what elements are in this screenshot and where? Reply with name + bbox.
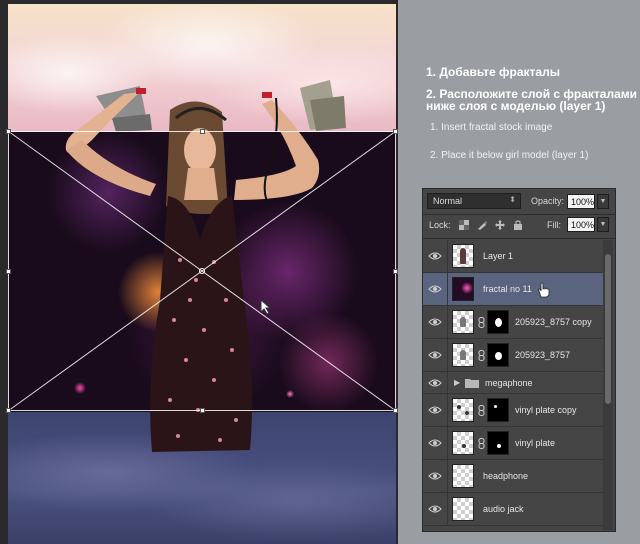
blend-mode-select[interactable]: Normal ⬍ (427, 193, 521, 209)
layer-row-205923-8757-copy[interactable]: 205923_8757 copy (423, 306, 603, 339)
eye-icon[interactable] (428, 350, 442, 360)
tutorial-instructions: 1. Добавьте фракталы 2. Расположите слой… (398, 0, 640, 200)
instruction-ru-step1: 1. Добавьте фракталы (426, 65, 560, 79)
expand-triangle-icon[interactable]: ▶ (454, 378, 460, 387)
blend-mode-value: Normal (433, 196, 463, 206)
chevron-down-icon: ⬍ (509, 195, 516, 204)
transform-handle-right[interactable] (393, 269, 398, 274)
eye-icon[interactable] (428, 504, 442, 514)
layer-name: 205923_8757 (515, 350, 571, 360)
layer-thumbnail (452, 431, 474, 455)
layers-scrollbar[interactable] (603, 240, 613, 530)
instruction-en-step2: 2. Place it below girl model (layer 1) (430, 150, 589, 161)
layer-name: megaphone (485, 378, 533, 388)
fill-label: Fill: (547, 220, 561, 230)
chain-link-icon[interactable] (478, 350, 485, 361)
chain-link-icon[interactable] (478, 317, 485, 328)
fill-input[interactable]: 100% (567, 217, 595, 232)
layer-row-audio-jack[interactable]: audio jack (423, 493, 603, 526)
layer-name: 205923_8757 copy (515, 317, 592, 327)
eye-icon[interactable] (428, 378, 442, 388)
layer-row-fractal-no-11[interactable]: fractal no 11 (423, 273, 603, 306)
lock-position-move-icon[interactable] (495, 220, 505, 230)
lock-image-brush-icon[interactable] (477, 220, 487, 230)
layer-thumbnail (452, 343, 474, 367)
layer-mask-thumbnail[interactable] (487, 398, 509, 422)
eye-icon[interactable] (428, 251, 442, 261)
layer-name: vinyl plate (515, 438, 556, 448)
layer-name: fractal no 11 (483, 284, 532, 294)
eye-icon[interactable] (428, 438, 442, 448)
opacity-dropdown-icon[interactable]: ▼ (597, 194, 609, 209)
megaphone-right (300, 80, 346, 131)
opacity-label: Opacity: (531, 196, 565, 206)
eye-icon[interactable] (428, 405, 442, 415)
layer-name: vinyl plate copy (515, 405, 577, 415)
lock-row: Lock: Fill: 100% ▼ (427, 217, 611, 235)
fill-dropdown-icon[interactable]: ▼ (597, 217, 609, 232)
layer-row-headphone[interactable]: headphone (423, 460, 603, 493)
lock-label: Lock: (429, 220, 451, 230)
opacity-input[interactable]: 100% (567, 194, 595, 209)
folder-icon (465, 379, 479, 388)
transform-handle-left[interactable] (6, 269, 11, 274)
layer-name: headphone (483, 471, 529, 481)
layer-thumbnail (452, 398, 474, 422)
layer-row-vinyl-plate[interactable]: vinyl plate (423, 427, 603, 460)
layer-mask-thumbnail[interactable] (487, 431, 509, 455)
transform-handle-top-left[interactable] (6, 129, 11, 134)
chain-link-icon[interactable] (478, 438, 485, 449)
document-canvas[interactable] (0, 0, 398, 544)
layer-name: Layer 1 (483, 251, 514, 261)
layers-panel[interactable]: Normal ⬍ Opacity: 100% ▼ Lock: Fill: 100… (422, 188, 616, 532)
layer-thumbnail (452, 497, 474, 521)
blend-row: Normal ⬍ Opacity: 100% ▼ (427, 193, 611, 211)
layers-list: Layer 1 fractal no 11 205923_8757 copy 2… (423, 240, 603, 532)
lock-all-icon[interactable] (513, 220, 523, 230)
eye-icon[interactable] (428, 317, 442, 327)
layer-row-layer-1[interactable]: Layer 1 (423, 240, 603, 273)
free-transform-box[interactable] (6, 129, 398, 413)
transform-handle-bottom[interactable] (200, 408, 205, 413)
eye-icon[interactable] (428, 284, 442, 294)
transform-handle-bottom-right[interactable] (393, 408, 398, 413)
transform-pivot[interactable] (199, 268, 205, 274)
layer-row-205923-8757[interactable]: 205923_8757 (423, 339, 603, 372)
transform-handle-top[interactable] (200, 129, 205, 134)
instruction-en-step1: 1. Insert fractal stock image (430, 122, 553, 133)
layer-thumbnail (452, 310, 474, 334)
layer-thumbnail (452, 464, 474, 488)
layer-mask-thumbnail[interactable] (487, 343, 509, 367)
layer-group-megaphone[interactable]: ▶ megaphone (423, 372, 603, 394)
layer-name: audio jack (483, 504, 524, 514)
layer-row-vinyl-plate-copy[interactable]: vinyl plate copy (423, 394, 603, 427)
lock-transparent-icon[interactable] (459, 220, 469, 230)
instruction-ru-step2-line2: ниже слоя с моделью (layer 1) (426, 99, 606, 113)
chain-link-icon[interactable] (478, 405, 485, 416)
scrollbar-thumb[interactable] (605, 254, 611, 404)
layer-mask-thumbnail[interactable] (487, 310, 509, 334)
arrow-cursor-icon (260, 299, 272, 315)
layer-thumbnail (452, 277, 474, 301)
eye-icon[interactable] (428, 471, 442, 481)
hand-pointer-icon (538, 282, 550, 298)
transform-handle-bottom-left[interactable] (6, 408, 11, 413)
layer-thumbnail (452, 244, 474, 268)
